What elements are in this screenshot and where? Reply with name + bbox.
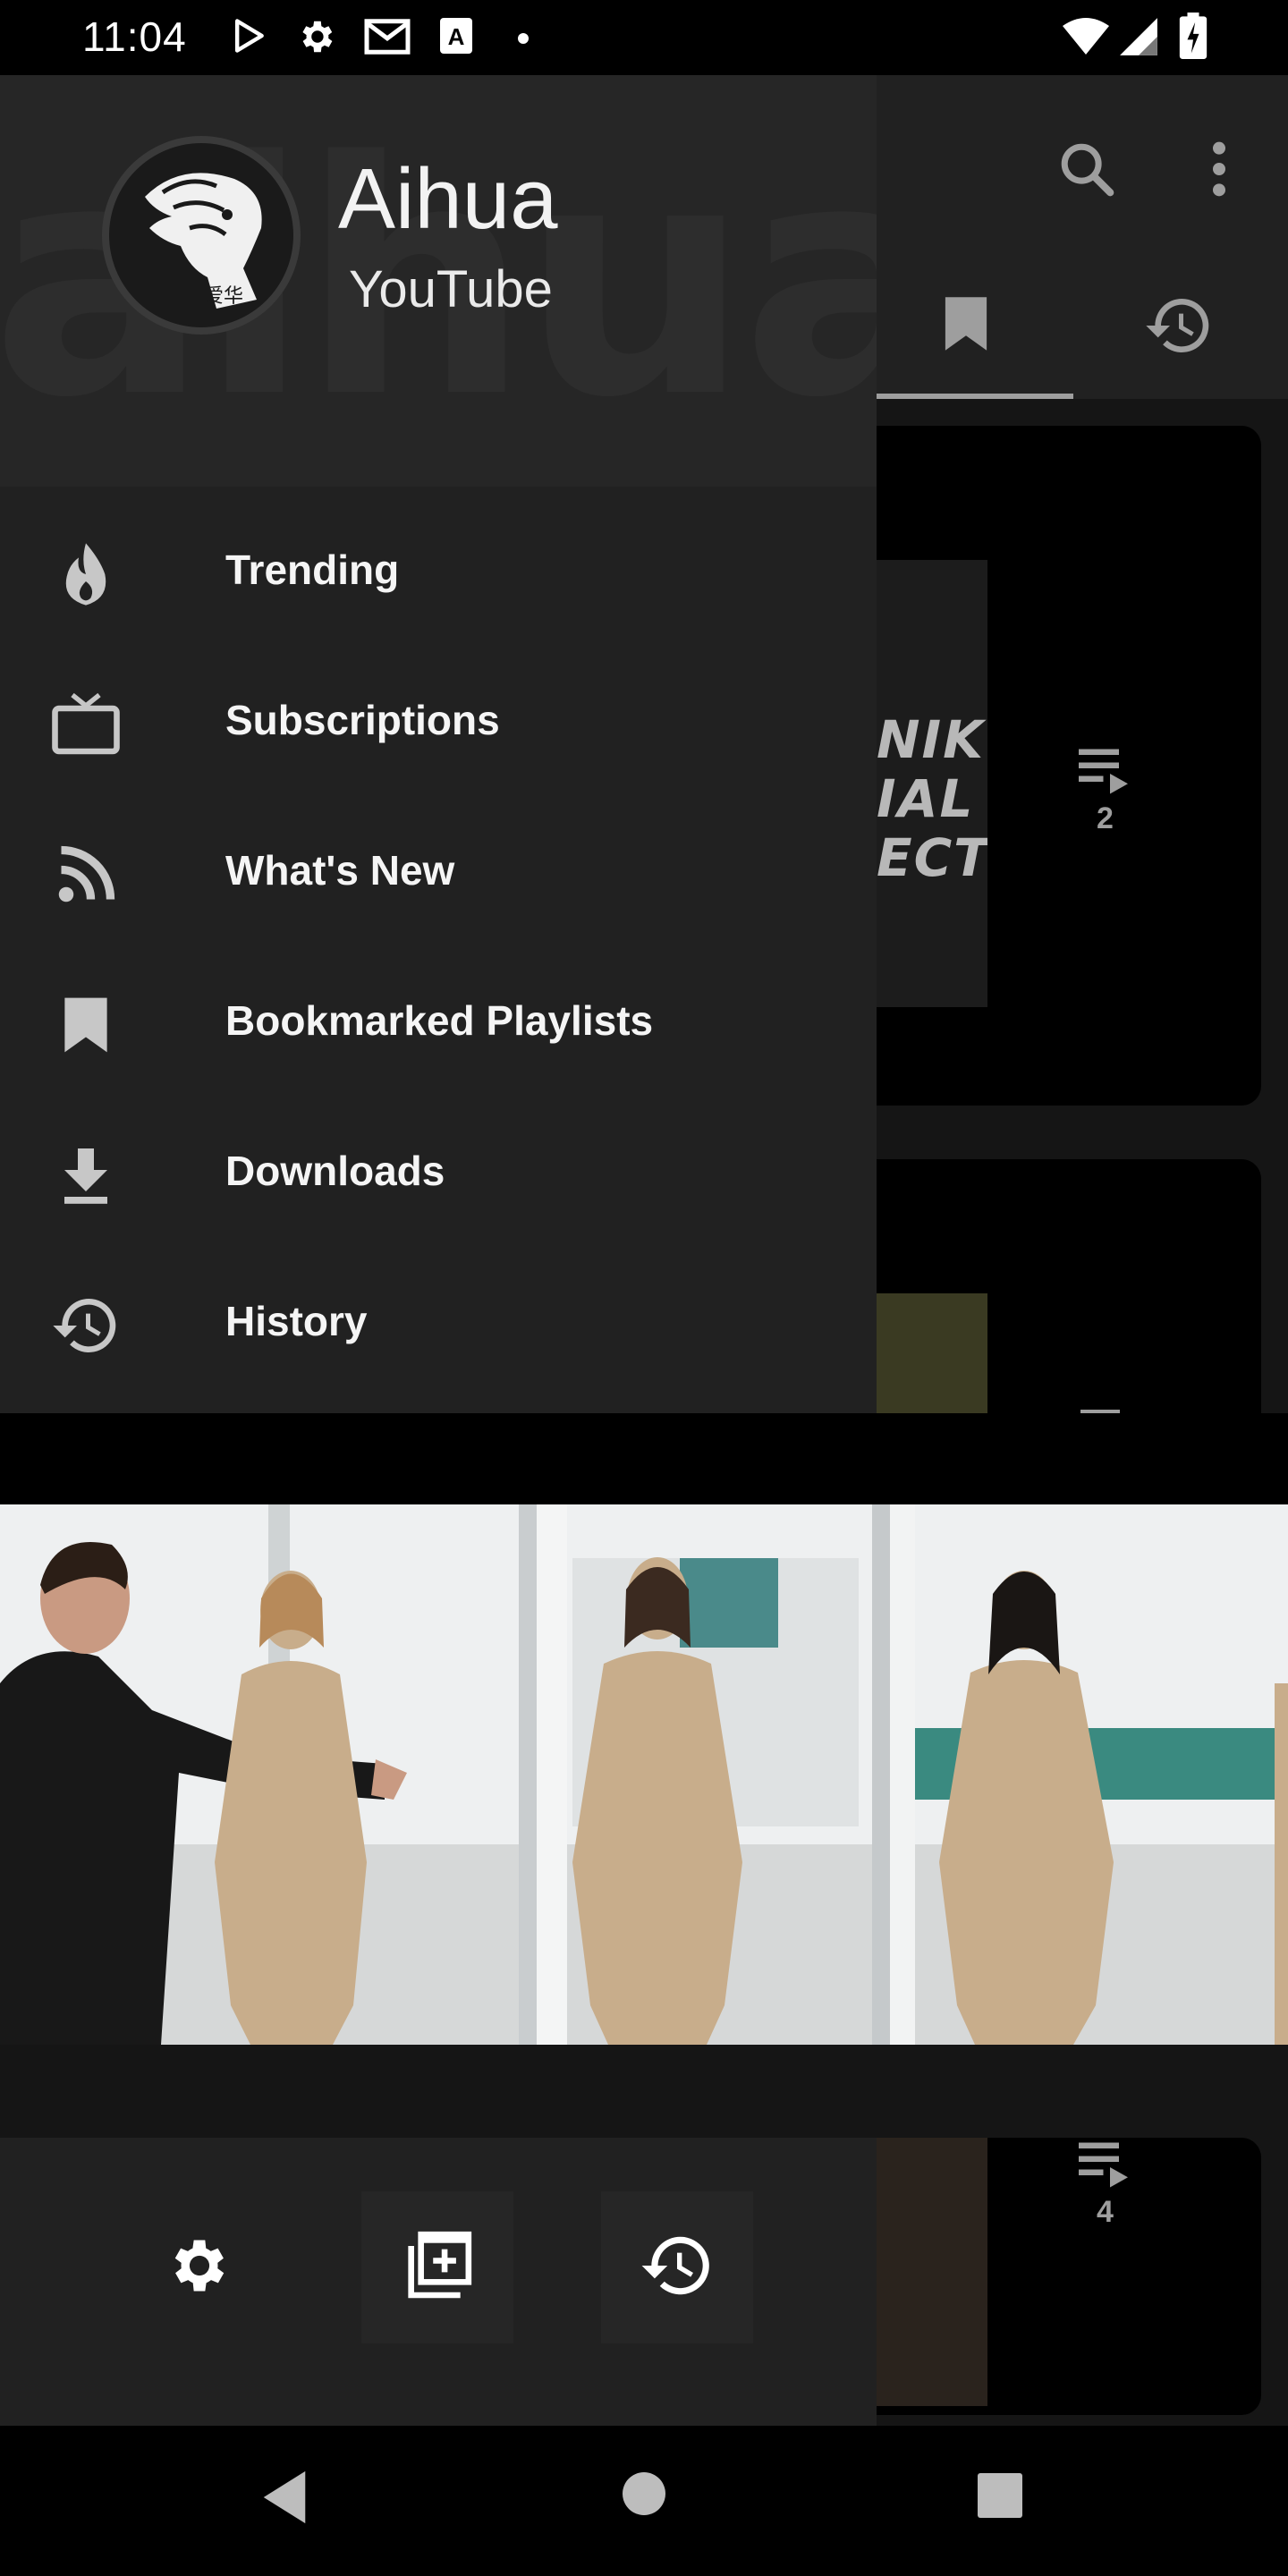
status-bar: 11:04 A — [0, 0, 1288, 75]
playlist-thumbnail — [877, 2138, 987, 2406]
video-frame — [0, 1504, 1288, 2045]
drawer-item-label: Subscriptions — [225, 697, 500, 743]
recents-icon[interactable] — [977, 2472, 1023, 2523]
drawer-item-history[interactable]: History — [0, 1247, 877, 1397]
drawer-footer — [0, 2138, 877, 2426]
drawer-item-label: History — [225, 1298, 368, 1344]
settings-button[interactable] — [123, 2191, 275, 2343]
bookmark-tab-icon[interactable] — [941, 294, 991, 358]
tab-indicator — [877, 394, 1073, 399]
playlist-thumbnail — [877, 1293, 987, 1413]
drawer-item-label: Downloads — [225, 1148, 445, 1194]
settings-icon — [165, 2232, 233, 2304]
avatar-caption: 爱华 — [204, 285, 243, 308]
playlist-thumbnail: NIK IAL ECT — [877, 560, 987, 1007]
playlist-card[interactable] — [841, 1159, 1261, 1413]
status-time: 11:04 — [82, 13, 187, 60]
svg-text:A: A — [448, 23, 465, 50]
gmail-icon — [363, 16, 411, 57]
dot-icon — [517, 32, 530, 45]
service-name: YouTube — [349, 260, 553, 318]
thumbnail-text: NIK IAL ECT — [877, 710, 987, 887]
video-player[interactable] — [0, 1504, 1288, 2045]
download-icon — [48, 1138, 123, 1213]
system-navigation-bar — [0, 2426, 1288, 2576]
playlist-count: 2 — [1097, 801, 1114, 835]
channel-name: Aihua — [338, 151, 558, 247]
rss-icon — [48, 837, 123, 912]
channel-avatar[interactable]: 爱华 — [102, 136, 301, 335]
history-button[interactable] — [601, 2191, 753, 2343]
horse-logo-icon: 爱华 — [145, 173, 262, 309]
drawer-item-label: Trending — [225, 547, 400, 593]
more-vert-icon[interactable] — [1203, 138, 1235, 205]
playlist-icon — [1079, 2138, 1132, 2192]
drawer-item-whats-new[interactable]: What's New — [0, 796, 877, 946]
drawer-item-subscriptions[interactable]: Subscriptions — [0, 646, 877, 796]
fire-icon — [48, 537, 123, 612]
play-store-icon — [229, 16, 268, 55]
playlist-icon — [1080, 1410, 1120, 1413]
navigation-drawer: aihua 爱华 Aihua YouTube Trending Subscrip… — [0, 75, 877, 1413]
wifi-icon — [1061, 16, 1111, 57]
playlist-count: 4 — [1097, 2195, 1114, 2229]
add-tab-icon — [398, 2226, 477, 2309]
playlist-card[interactable]: 4 — [841, 2138, 1261, 2415]
drawer-item-label: What's New — [225, 847, 455, 894]
add-tab-button[interactable] — [361, 2191, 513, 2343]
history-icon — [48, 1288, 123, 1363]
signal-icon — [1118, 16, 1159, 57]
back-icon[interactable] — [258, 2469, 311, 2530]
bookmark-icon — [48, 987, 123, 1063]
history-tab-icon[interactable] — [1143, 290, 1215, 366]
playlist-card[interactable]: NIK IAL ECT 2 — [841, 426, 1261, 1106]
drawer-item-downloads[interactable]: Downloads — [0, 1097, 877, 1247]
search-icon[interactable] — [1055, 138, 1118, 205]
playlist-icon — [1079, 744, 1132, 799]
history-icon — [639, 2227, 716, 2309]
battery-charging-icon — [1179, 13, 1208, 59]
drawer-header[interactable]: aihua 爱华 Aihua YouTube — [0, 75, 877, 487]
home-icon[interactable] — [621, 2470, 667, 2521]
tv-icon — [48, 687, 123, 762]
settings-icon — [295, 16, 336, 57]
drawer-item-label: Bookmarked Playlists — [225, 997, 654, 1044]
font-a-icon: A — [438, 16, 474, 55]
drawer-item-trending[interactable]: Trending — [0, 496, 877, 646]
drawer-item-bookmarked-playlists[interactable]: Bookmarked Playlists — [0, 946, 877, 1097]
